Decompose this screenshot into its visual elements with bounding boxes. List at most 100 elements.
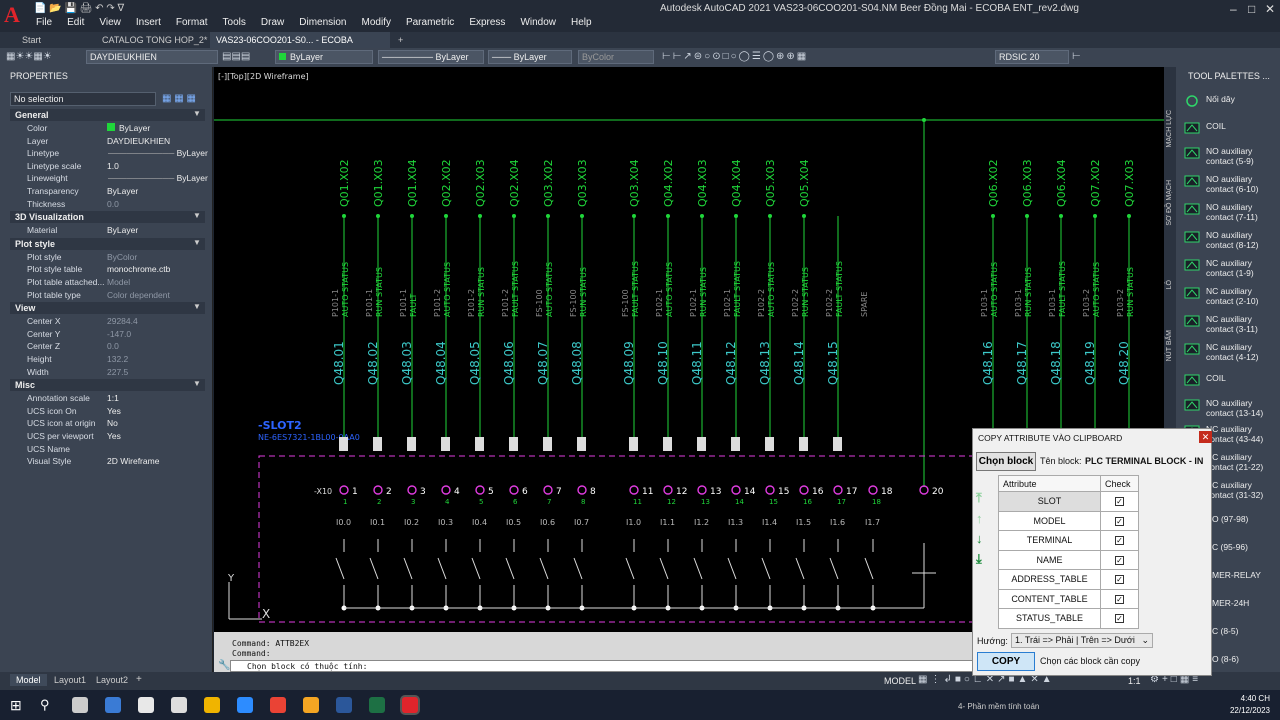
attribute-row[interactable]: NAME ✓ <box>998 549 1139 570</box>
palette-side-tab[interactable]: LÔ <box>1166 280 1173 289</box>
new-tab-icon[interactable]: + <box>392 32 409 48</box>
minimize-icon[interactable]: – <box>1230 2 1237 16</box>
tab-catalog[interactable]: CATALOG TONG HOP_2* <box>96 32 213 48</box>
autocad-icon[interactable] <box>402 697 418 713</box>
edge-icon[interactable] <box>105 697 121 713</box>
model-space-toggle[interactable]: MODEL <box>884 676 916 686</box>
section-header[interactable]: General <box>10 109 205 121</box>
move-bottom-icon[interactable]: ⤓ <box>976 551 982 567</box>
palette-item[interactable]: NO auxiliary contact (13-14) <box>1206 398 1276 418</box>
property-value[interactable]: ByLayer <box>107 123 150 133</box>
property-value[interactable]: Color dependent <box>107 290 170 300</box>
move-down-icon[interactable]: ↓ <box>976 531 983 546</box>
annotation-scale[interactable]: 1:1 <box>1128 676 1141 686</box>
plotstyle-dropdown[interactable]: ByColor <box>578 50 654 64</box>
tab-drawing[interactable]: VAS23-06COO201-S0... - ECOBA ENT_rev2* <box>210 32 390 61</box>
attribute-checkbox[interactable]: ✓ <box>1100 491 1139 512</box>
property-value[interactable]: ─────────── ByLayer <box>108 148 208 158</box>
move-top-icon[interactable]: ⤒ <box>976 490 982 506</box>
menu-item[interactable]: Insert <box>136 17 161 31</box>
palette-side-tab[interactable]: SƠ ĐỒ MẠCH <box>1166 180 1173 226</box>
add-layout-icon[interactable]: + <box>136 674 142 685</box>
property-value[interactable]: 29284.4 <box>107 316 138 326</box>
palette-side-tab[interactable]: MẠCH LỰC <box>1166 110 1173 147</box>
task-view-icon[interactable] <box>72 697 88 713</box>
palette-item[interactable]: Nối dây <box>1206 94 1276 104</box>
attribute-row[interactable]: TERMINAL ✓ <box>998 530 1139 551</box>
chrome-icon[interactable] <box>270 697 286 713</box>
excel-icon[interactable] <box>369 697 385 713</box>
chevron-down-icon[interactable]: ▼ <box>193 109 201 118</box>
palette-item[interactable]: NC auxiliary contact (2-10) <box>1206 286 1276 306</box>
menu-item[interactable]: Parametric <box>406 17 454 31</box>
palette-side-tab[interactable]: NÚT BẤM <box>1166 330 1173 361</box>
chevron-down-icon[interactable]: ▼ <box>193 238 201 247</box>
property-value[interactable]: ─────────── ByLayer <box>108 173 208 183</box>
selection-dropdown[interactable]: No selection <box>10 92 156 106</box>
word-icon[interactable] <box>336 697 352 713</box>
menu-item[interactable]: Edit <box>67 17 84 31</box>
layer-dropdown[interactable]: DAYDIEUKHIEN <box>86 50 218 64</box>
maximize-icon[interactable]: □ <box>1248 2 1255 16</box>
attribute-checkbox[interactable]: ✓ <box>1100 530 1139 551</box>
autocad-logo[interactable]: A <box>4 3 26 27</box>
palette-item[interactable]: NO auxiliary contact (5-9) <box>1206 146 1276 166</box>
windows-start-icon[interactable]: ⊞ <box>10 697 22 714</box>
property-value[interactable]: DAYDIEUKHIEN <box>107 136 170 146</box>
tab-layout2[interactable]: Layout2 <box>96 675 128 685</box>
menu-item[interactable]: Help <box>571 17 592 31</box>
text-style-dropdown[interactable]: RDSIC 20 <box>995 50 1069 64</box>
palette-item[interactable]: COIL <box>1206 373 1276 383</box>
close-icon[interactable]: ✕ <box>1265 2 1275 16</box>
palette-item-label[interactable]: C (95-96) <box>1212 542 1280 552</box>
palette-item[interactable]: NO auxiliary contact (8-12) <box>1206 230 1276 250</box>
menu-item[interactable]: Draw <box>261 17 284 31</box>
menu-item[interactable]: View <box>99 17 121 31</box>
section-header[interactable]: Plot style <box>10 237 205 250</box>
choose-block-button[interactable]: Chọn block <box>976 452 1036 471</box>
dialog-close-button[interactable]: ✕ <box>1199 431 1212 443</box>
select-objects-icons[interactable]: ▦ ▦ ▦ <box>162 93 196 104</box>
property-value[interactable]: ByColor <box>107 252 137 262</box>
property-value[interactable]: monochrome.ctb <box>107 264 170 274</box>
property-value[interactable]: No <box>107 418 118 428</box>
attribute-row[interactable]: STATUS_TABLE ✓ <box>998 608 1139 629</box>
palette-item[interactable]: COIL <box>1206 121 1276 131</box>
palette-item[interactable]: NC auxiliary contact (1-9) <box>1206 258 1276 278</box>
menu-item[interactable]: Tools <box>223 17 246 31</box>
color-dropdown[interactable]: ByLayer <box>275 50 373 64</box>
attribute-row[interactable]: ADDRESS_TABLE ✓ <box>998 569 1139 590</box>
palette-item-label[interactable]: MER-RELAY <box>1212 570 1280 580</box>
store-icon[interactable] <box>138 697 154 713</box>
property-value[interactable]: ByLayer <box>107 225 138 235</box>
menu-item[interactable]: Express <box>469 17 505 31</box>
search-icon[interactable]: ⚲ <box>40 697 50 713</box>
palette-item[interactable]: NC auxiliary contact (4-12) <box>1206 342 1276 362</box>
palette-item-label[interactable]: C (8-5) <box>1212 626 1280 636</box>
attribute-row[interactable]: SLOT ✓ <box>998 491 1139 512</box>
menu-item[interactable]: Format <box>176 17 208 31</box>
chevron-down-icon[interactable]: ▼ <box>193 379 201 388</box>
palette-item[interactable]: NC auxiliary contact (21-22) <box>1206 452 1276 472</box>
section-header[interactable]: 3D Visualization <box>10 211 205 224</box>
property-value[interactable]: 1:1 <box>107 393 119 403</box>
property-value[interactable]: 227.5 <box>107 367 128 377</box>
attribute-checkbox[interactable]: ✓ <box>1100 608 1139 629</box>
palette-item-label[interactable]: MER-24H <box>1212 598 1280 608</box>
property-value[interactable]: 2D Wireframe <box>107 456 159 466</box>
linetype-dropdown[interactable]: ──────── ByLayer <box>378 50 484 64</box>
tab-start[interactable]: Start <box>16 32 47 48</box>
lineweight-dropdown[interactable]: ─── ByLayer <box>488 50 572 64</box>
zalo-icon[interactable] <box>237 697 253 713</box>
palette-item[interactable]: NO auxiliary contact (7-11) <box>1206 202 1276 222</box>
app2-icon[interactable] <box>303 697 319 713</box>
attribute-row[interactable]: CONTENT_TABLE ✓ <box>998 588 1139 609</box>
property-value[interactable]: 1.0 <box>107 161 119 171</box>
palette-item[interactable]: NO auxiliary contact (6-10) <box>1206 174 1276 194</box>
tab-layout1[interactable]: Layout1 <box>54 675 86 685</box>
quick-access-toolbar[interactable]: 📄 📂 💾 🖨 ↶ ↷ ∇ <box>34 3 124 17</box>
app-icon[interactable] <box>171 697 187 713</box>
menu-item[interactable]: Modify <box>362 17 391 31</box>
command-input[interactable]: Chọn block có thuộc tính: <box>230 660 974 672</box>
property-value[interactable]: -147.0 <box>107 329 131 339</box>
